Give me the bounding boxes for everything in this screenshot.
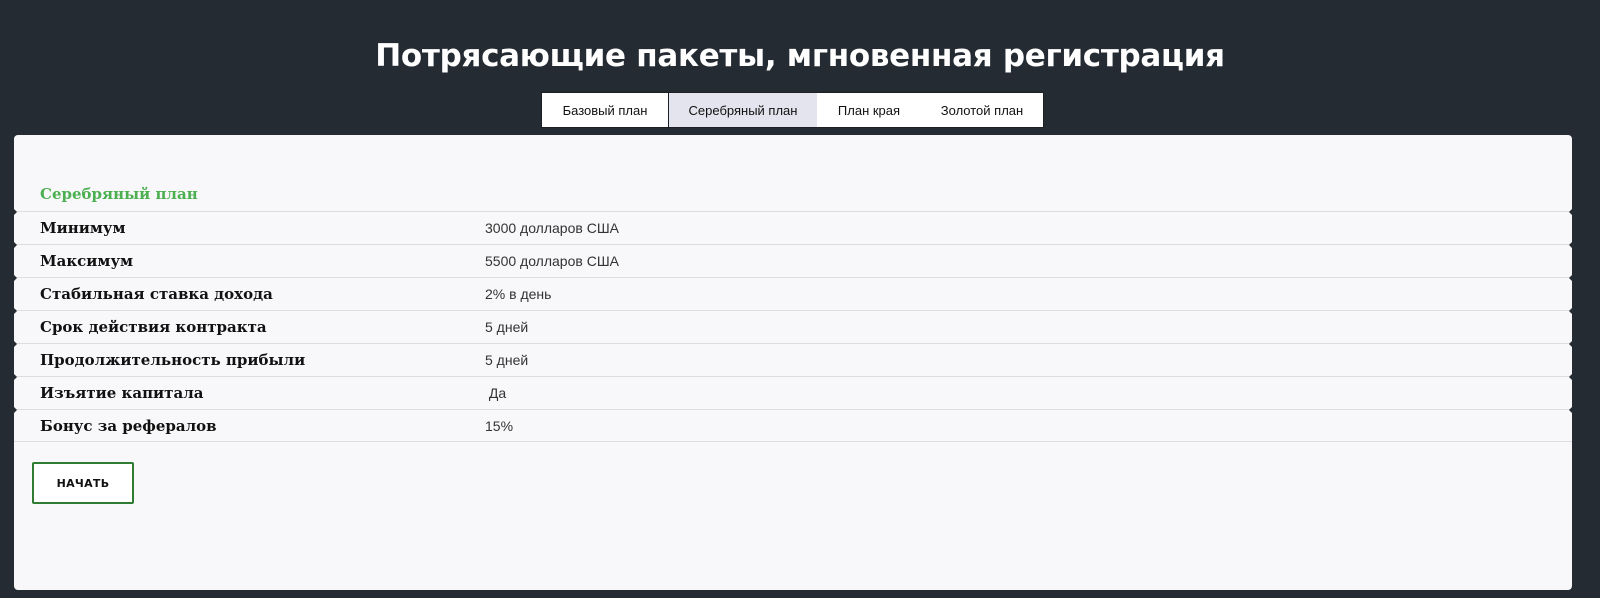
row-value-maximum: 5500 долларов США xyxy=(485,253,619,269)
start-button[interactable]: НАЧАТЬ xyxy=(32,462,134,504)
tab-gold-plan[interactable]: Золотой план xyxy=(921,93,1043,127)
row-label-referral-bonus: Бонус за рефералов xyxy=(40,416,217,435)
plan-panel: Серебряный план Минимум 3000 долларов СШ… xyxy=(14,135,1572,590)
row-value-profit-duration: 5 дней xyxy=(485,352,529,368)
tab-silver-plan[interactable]: Серебряный план xyxy=(669,93,817,127)
row-label-capital-withdrawal: Изъятие капитала xyxy=(40,384,204,402)
row-label-contract-term: Срок действия контракта xyxy=(40,318,267,336)
row-value-income-rate: 2% в день xyxy=(485,286,552,302)
page-title: Потрясающие пакеты, мгновенная регистрац… xyxy=(375,38,1225,74)
row-label-income-rate: Стабильная ставка дохода xyxy=(40,285,273,303)
table-row: Минимум 3000 долларов США xyxy=(14,209,1572,244)
plan-tabs: Базовый план Серебряный план План края З… xyxy=(541,92,1044,128)
table-row: Максимум 5500 долларов США xyxy=(14,242,1572,277)
row-value-referral-bonus: 15% xyxy=(485,417,514,434)
row-label-maximum: Максимум xyxy=(40,252,134,270)
tab-edge-plan[interactable]: План края xyxy=(817,93,921,127)
row-label-minimum: Минимум xyxy=(40,219,126,237)
row-value-minimum: 3000 долларов США xyxy=(485,220,619,236)
table-row: Срок действия контракта 5 дней xyxy=(14,308,1572,343)
table-row: Стабильная ставка дохода 2% в день xyxy=(14,275,1572,310)
table-row: Бонус за рефералов 15% xyxy=(14,407,1572,442)
tab-basic-plan[interactable]: Базовый план xyxy=(542,93,669,127)
plan-details-table: Минимум 3000 долларов США Максимум 5500 … xyxy=(14,209,1572,442)
table-row: Продолжительность прибыли 5 дней xyxy=(14,341,1572,376)
row-label-profit-duration: Продолжительность прибыли xyxy=(40,351,306,369)
table-row: Изъятие капитала Да xyxy=(14,374,1572,409)
row-value-capital-withdrawal: Да xyxy=(485,385,507,401)
row-value-contract-term: 5 дней xyxy=(485,319,529,335)
plan-heading: Серебряный план xyxy=(40,185,198,203)
